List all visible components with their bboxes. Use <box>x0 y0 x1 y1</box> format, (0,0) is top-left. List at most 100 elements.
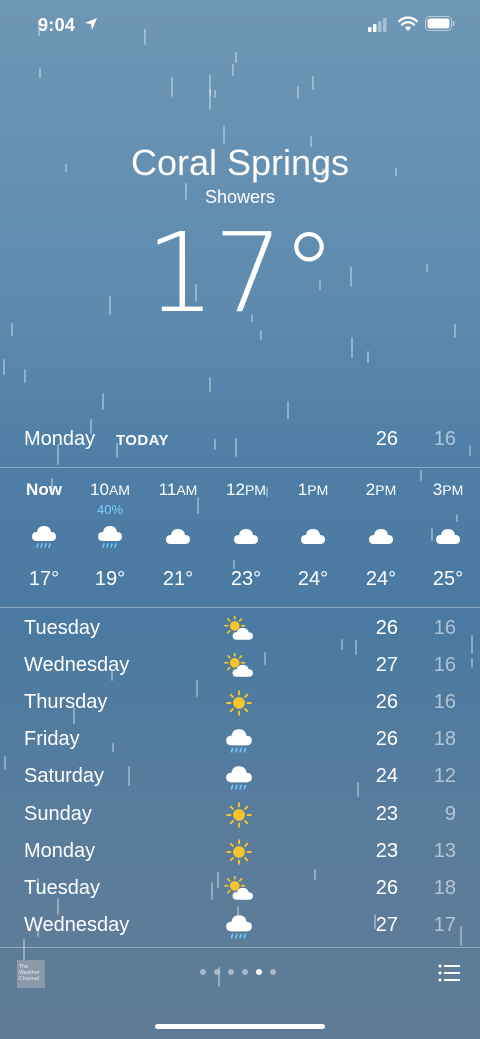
hour-temperature: 25° <box>432 568 464 590</box>
cloud-rain-icon <box>224 764 254 791</box>
raindrop <box>102 393 104 410</box>
day-low: 16 <box>433 654 456 677</box>
page-dot[interactable] <box>270 969 276 975</box>
raindrop <box>3 359 5 375</box>
day-high: 24 <box>375 765 398 788</box>
daily-row: Wednesday 27 16 <box>0 647 480 684</box>
hourly-item: Now 17° <box>10 468 78 606</box>
cellular-signal-icon <box>368 18 387 32</box>
raindrop <box>214 90 216 98</box>
cloud-icon <box>232 524 260 548</box>
raindrop <box>297 86 299 99</box>
cloud-rain-icon <box>30 524 58 548</box>
hour-label: 2PM <box>365 480 397 499</box>
raindrop <box>24 369 26 383</box>
raindrop <box>39 68 41 78</box>
daily-row: Saturday 24 12 <box>0 758 480 795</box>
day-name: Friday <box>24 728 80 751</box>
location-arrow-icon <box>85 18 97 30</box>
daily-row: Thursday 26 16 <box>0 684 480 721</box>
daily-row: Tuesday 26 18 <box>0 870 480 907</box>
raindrop <box>209 75 211 96</box>
hour-label: 3PM <box>432 480 464 499</box>
cloud-rain-icon <box>224 727 254 753</box>
day-low: 18 <box>433 728 456 751</box>
daily-row: Wednesday 27 17 <box>0 907 480 944</box>
hour-temperature: 23° <box>230 568 262 590</box>
hour-label: 11AM <box>158 480 198 499</box>
partly-sunny-icon <box>224 615 254 642</box>
page-dot[interactable] <box>228 969 234 975</box>
day-name: Tuesday <box>24 876 100 899</box>
day-high: 23 <box>375 839 398 862</box>
day-name: Thursday <box>24 691 108 714</box>
cloud-rain-icon <box>96 524 124 548</box>
partly-sunny-icon <box>224 652 254 679</box>
weather-channel-logo[interactable]: The Weather Channel <box>17 960 45 988</box>
raindrop <box>235 52 237 63</box>
cloud-icon <box>367 524 395 548</box>
day-low: 18 <box>433 876 456 899</box>
logo-text: Channel <box>19 976 40 982</box>
day-name: Saturday <box>24 765 105 788</box>
cloud-icon <box>299 524 327 548</box>
cloud-rain-icon <box>224 913 254 939</box>
day-high: 26 <box>375 617 398 639</box>
hourly-item: 1PM 24° <box>279 468 347 606</box>
page-dot[interactable] <box>200 969 206 975</box>
raindrop <box>287 401 289 419</box>
today-day: Monday <box>24 428 96 450</box>
day-name: Wednesday <box>24 654 130 677</box>
hour-temperature: 17° <box>28 568 60 590</box>
day-high: 27 <box>375 654 398 677</box>
wifi-icon <box>398 16 418 31</box>
day-low: 16 <box>433 617 456 639</box>
cloud-icon <box>434 524 462 548</box>
current-temperature: 17° <box>145 209 337 337</box>
sun-icon <box>224 690 254 716</box>
raindrop <box>351 337 353 358</box>
day-name: Tuesday <box>24 617 100 639</box>
status-time: 9:04 <box>38 15 76 35</box>
day-high: 23 <box>375 802 398 825</box>
daily-row: Friday 26 18 <box>0 721 480 758</box>
raindrop <box>209 377 211 392</box>
day-high: 26 <box>375 728 398 751</box>
bottom-toolbar: The Weather Channel <box>0 948 480 1008</box>
day-high: 26 <box>375 691 398 714</box>
city-list-icon[interactable] <box>438 964 460 982</box>
home-indicator[interactable] <box>155 1024 325 1029</box>
hour-temperature: 24° <box>365 568 397 590</box>
daily-row: Monday 23 13 <box>0 833 480 870</box>
daily-row: Tuesday 26 16 <box>0 610 480 647</box>
raindrop <box>232 64 234 76</box>
page-dot[interactable] <box>214 969 220 975</box>
raindrop <box>312 76 314 90</box>
city-name: Coral Springs <box>130 142 350 183</box>
hourly-item: 10AM 40% 19° <box>76 468 144 606</box>
day-high: 27 <box>375 913 398 936</box>
day-high: 26 <box>375 876 398 899</box>
page-dot[interactable] <box>256 969 262 975</box>
day-low: 16 <box>433 691 456 714</box>
cloud-icon <box>164 524 192 548</box>
precipitation-chance: 40% <box>96 502 124 517</box>
raindrop <box>367 351 369 363</box>
raindrop <box>171 77 173 97</box>
day-low: 13 <box>433 839 456 862</box>
hour-label: 10AM <box>90 480 130 499</box>
hour-temperature: 24° <box>297 568 329 590</box>
partly-sunny-icon <box>224 874 254 902</box>
hour-label: 12PM <box>226 480 266 499</box>
day-name: Monday <box>24 839 96 862</box>
current-condition: Showers <box>204 187 276 207</box>
day-low: 12 <box>433 765 456 788</box>
page-dot[interactable] <box>242 969 248 975</box>
hour-label: 1PM <box>297 480 329 499</box>
hourly-forecast[interactable]: Now 17° 10AM 40% 19° 11AM 21° 12PM 23° 1PM 24° 2PM 2… <box>0 468 480 606</box>
day-low: 9 <box>444 802 456 825</box>
hourly-item: 2PM 24° <box>347 468 415 606</box>
hourly-item: 12PM 23° <box>212 468 280 606</box>
status-bar: 9:04 <box>0 0 480 52</box>
hourly-item: 11AM 21° <box>144 468 212 606</box>
